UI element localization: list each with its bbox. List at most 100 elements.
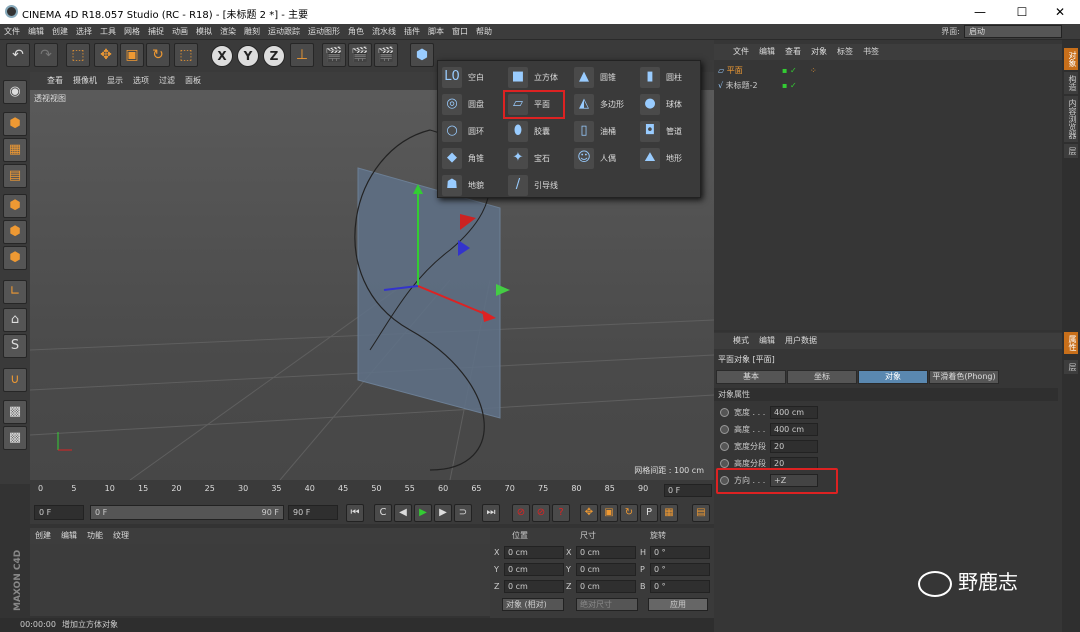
obj-menu-tags[interactable]: 标签 (832, 44, 858, 60)
primitive-oil-tank[interactable]: ▯ 油桶 (570, 118, 636, 145)
width-segments-field[interactable]: 20 (770, 440, 818, 453)
anim-radio[interactable] (720, 459, 729, 468)
close-button[interactable]: ✕ (1040, 3, 1080, 21)
end-frame-field[interactable]: 90 F (288, 505, 338, 520)
material-manager-area[interactable] (30, 544, 490, 616)
primitive-disc[interactable]: ◎ 圆盘 (438, 91, 504, 118)
render-picture-viewer-icon[interactable]: 🎬 (348, 43, 372, 67)
prev-frame-icon[interactable]: ◀ (394, 504, 412, 522)
key-parameter-icon[interactable]: P (640, 504, 658, 522)
move-icon[interactable]: ✥ (94, 43, 118, 67)
render-view-icon[interactable]: 🎬 (322, 43, 346, 67)
goto-start-icon[interactable]: ⏮ (346, 504, 364, 522)
recent-tools-icon[interactable]: ⬚ (174, 43, 198, 67)
rot-b-field[interactable]: 0 ° (650, 580, 710, 593)
redo-icon[interactable]: ↷ (34, 43, 58, 67)
key-rotation-icon[interactable]: ↻ (620, 504, 638, 522)
rot-h-field[interactable]: 0 ° (650, 546, 710, 559)
workplane-mode-icon[interactable]: ▤ (3, 164, 27, 188)
timeline-window-icon[interactable]: ▤ (692, 504, 710, 522)
goto-end-icon[interactable]: ⏭ (482, 504, 500, 522)
pos-y-field[interactable]: 0 cm (504, 563, 564, 576)
primitive-cylinder[interactable]: ▮ 圆柱 (636, 64, 702, 91)
apply-button[interactable]: 应用 (648, 598, 708, 611)
record-keys-icon[interactable]: ⊘ (512, 504, 530, 522)
range-slider[interactable]: 0 F 90 F (90, 505, 284, 520)
current-frame-field[interactable]: 0 F (664, 484, 712, 497)
mat-menu-function[interactable]: 功能 (82, 528, 108, 544)
obj-menu-object[interactable]: 对象 (806, 44, 832, 60)
primitive-relief[interactable]: ☗ 地貌 (438, 172, 504, 199)
menu-create[interactable]: 创建 (48, 24, 72, 40)
coordinate-system-icon[interactable]: ⊥ (290, 43, 314, 67)
tab-objects[interactable]: 对象 (1064, 48, 1078, 70)
scale-icon[interactable]: ▣ (120, 43, 144, 67)
vp-menu-options[interactable]: 选项 (128, 72, 154, 90)
pos-z-field[interactable]: 0 cm (504, 580, 564, 593)
undo-icon[interactable]: ↶ (6, 43, 30, 67)
attr-menu-edit[interactable]: 编辑 (754, 333, 780, 349)
tag-icon[interactable]: ⁘ (810, 64, 817, 78)
keyframe-selection-icon[interactable]: ? (552, 504, 570, 522)
texture-mode-icon[interactable]: ▦ (3, 138, 27, 162)
anim-radio[interactable] (720, 425, 729, 434)
object-row-plane[interactable]: ▱ 平面 ▪ ✓ ⁘ (718, 64, 1058, 78)
add-cube-icon[interactable]: ⬢ (410, 43, 434, 67)
width-field[interactable]: 400 cm (770, 406, 818, 419)
primitive-null[interactable]: L0 空白 (438, 64, 504, 91)
make-editable-icon[interactable]: ◉ (3, 80, 27, 104)
primitive-plane[interactable]: ▱ 平面 (503, 90, 565, 119)
height-field[interactable]: 400 cm (770, 423, 818, 436)
attr-menu-user-data[interactable]: 用户数据 (780, 333, 822, 349)
key-scale-icon[interactable]: ▣ (600, 504, 618, 522)
primitive-tube[interactable]: ◘ 管道 (636, 118, 702, 145)
primitive-pyramid[interactable]: ◆ 角锥 (438, 145, 504, 172)
obj-menu-bookmarks[interactable]: 书签 (858, 44, 884, 60)
edges-mode-icon[interactable]: ⬢ (3, 220, 27, 244)
primitive-platonic[interactable]: ✦ 宝石 (504, 145, 570, 172)
obj-menu-edit[interactable]: 编辑 (754, 44, 780, 60)
menu-select[interactable]: 选择 (72, 24, 96, 40)
z-axis-lock-icon[interactable]: Z (263, 45, 285, 67)
obj-menu-file[interactable]: 文件 (728, 44, 754, 60)
size-x-field[interactable]: 0 cm (576, 546, 636, 559)
vp-menu-display[interactable]: 显示 (102, 72, 128, 90)
menu-help[interactable]: 帮助 (472, 24, 496, 40)
primitive-figure[interactable]: ☺ 人偶 (570, 145, 636, 172)
menu-file[interactable]: 文件 (0, 24, 24, 40)
minimize-button[interactable]: — (960, 3, 1000, 21)
tab-basic[interactable]: 基本 (716, 370, 786, 384)
plane-handle-icon[interactable] (496, 284, 510, 296)
anim-radio[interactable] (720, 408, 729, 417)
tweak-mode-icon[interactable]: ⌂ (3, 308, 27, 332)
primitive-polygon[interactable]: ◭ 多边形 (570, 91, 636, 118)
visibility-check-icon[interactable]: ▪ ✓ (782, 64, 797, 78)
y-axis-lock-icon[interactable]: Y (237, 45, 259, 67)
coord-size-mode-select[interactable]: 绝对尺寸 (576, 598, 638, 611)
menu-simulate[interactable]: 模拟 (192, 24, 216, 40)
menu-script[interactable]: 脚本 (424, 24, 448, 40)
anim-radio[interactable] (720, 442, 729, 451)
menu-character[interactable]: 角色 (344, 24, 368, 40)
points-mode-icon[interactable]: ⬢ (3, 194, 27, 218)
menu-tools[interactable]: 工具 (96, 24, 120, 40)
axis-mode-icon[interactable]: ∟ (3, 280, 27, 304)
rot-p-field[interactable]: 0 ° (650, 563, 710, 576)
snap-icon[interactable]: ∪ (3, 368, 27, 392)
mat-menu-edit[interactable]: 编辑 (56, 528, 82, 544)
primitive-cone[interactable]: ▲ 圆锥 (570, 64, 636, 91)
workplane-grid-icon[interactable]: ▩ (3, 426, 27, 450)
menu-snap[interactable]: 捕捉 (144, 24, 168, 40)
tab-takes[interactable]: 构造 (1064, 72, 1078, 94)
rotate-icon[interactable]: ↻ (146, 43, 170, 67)
primitive-cube[interactable]: ■ 立方体 (504, 64, 570, 91)
render-settings-icon[interactable]: 🎬 (374, 43, 398, 67)
size-y-field[interactable]: 0 cm (576, 563, 636, 576)
x-axis-lock-icon[interactable]: X (211, 45, 233, 67)
model-mode-icon[interactable]: ⬢ (3, 112, 27, 136)
prev-key-icon[interactable]: C (374, 504, 392, 522)
menu-animate[interactable]: 动画 (168, 24, 192, 40)
maximize-button[interactable]: ☐ (1002, 3, 1042, 21)
layout-select[interactable]: 启动 (964, 25, 1062, 38)
primitive-guide[interactable]: / 引导线 (504, 172, 570, 199)
